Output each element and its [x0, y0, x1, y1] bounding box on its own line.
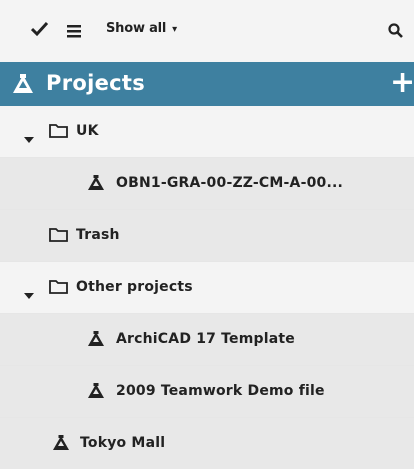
chevron-down-icon: ▾	[172, 24, 177, 35]
toolbar: Show all ▾	[0, 0, 414, 62]
tree-item-label: ArchiCAD 17 Template	[116, 331, 295, 347]
list-icon[interactable]	[67, 23, 81, 42]
tree-item-teamwork-demo[interactable]: 2009 Teamwork Demo file	[0, 366, 414, 418]
add-project-button[interactable]: +	[390, 66, 414, 100]
project-icon	[87, 383, 105, 403]
search-icon[interactable]	[388, 23, 404, 43]
tree-item-obn1[interactable]: OBN1-GRA-00-ZZ-CM-A-00...	[0, 158, 414, 210]
tree-item-label: Trash	[76, 227, 120, 243]
page-title: Projects	[46, 71, 146, 95]
folder-icon	[49, 123, 68, 142]
project-icon	[87, 331, 105, 351]
tree-item-label: Other projects	[76, 279, 193, 295]
tree-item-label: Tokyo Mall	[80, 435, 166, 451]
project-icon	[12, 74, 34, 98]
tree-item-label: UK	[76, 123, 99, 139]
tree-item-archicad-template[interactable]: ArchiCAD 17 Template	[0, 314, 414, 366]
project-icon	[52, 435, 70, 455]
chevron-down-icon[interactable]	[24, 128, 34, 147]
folder-icon	[49, 279, 68, 298]
show-all-dropdown[interactable]: Show all ▾	[106, 21, 177, 36]
checkmark-icon[interactable]	[30, 21, 49, 41]
projects-header: Projects +	[0, 62, 414, 106]
tree-item-trash[interactable]: Trash	[0, 210, 414, 262]
tree-item-tokyo-mall[interactable]: Tokyo Mall	[0, 418, 414, 469]
show-all-label: Show all	[106, 21, 167, 36]
project-icon	[87, 175, 105, 195]
chevron-down-icon[interactable]	[24, 284, 34, 303]
folder-icon	[49, 227, 68, 246]
tree-item-label: 2009 Teamwork Demo file	[116, 383, 325, 399]
tree-item-label: OBN1-GRA-00-ZZ-CM-A-00...	[116, 175, 344, 191]
tree-item-uk[interactable]: UK	[0, 106, 414, 158]
tree-item-other-projects[interactable]: Other projects	[0, 262, 414, 314]
